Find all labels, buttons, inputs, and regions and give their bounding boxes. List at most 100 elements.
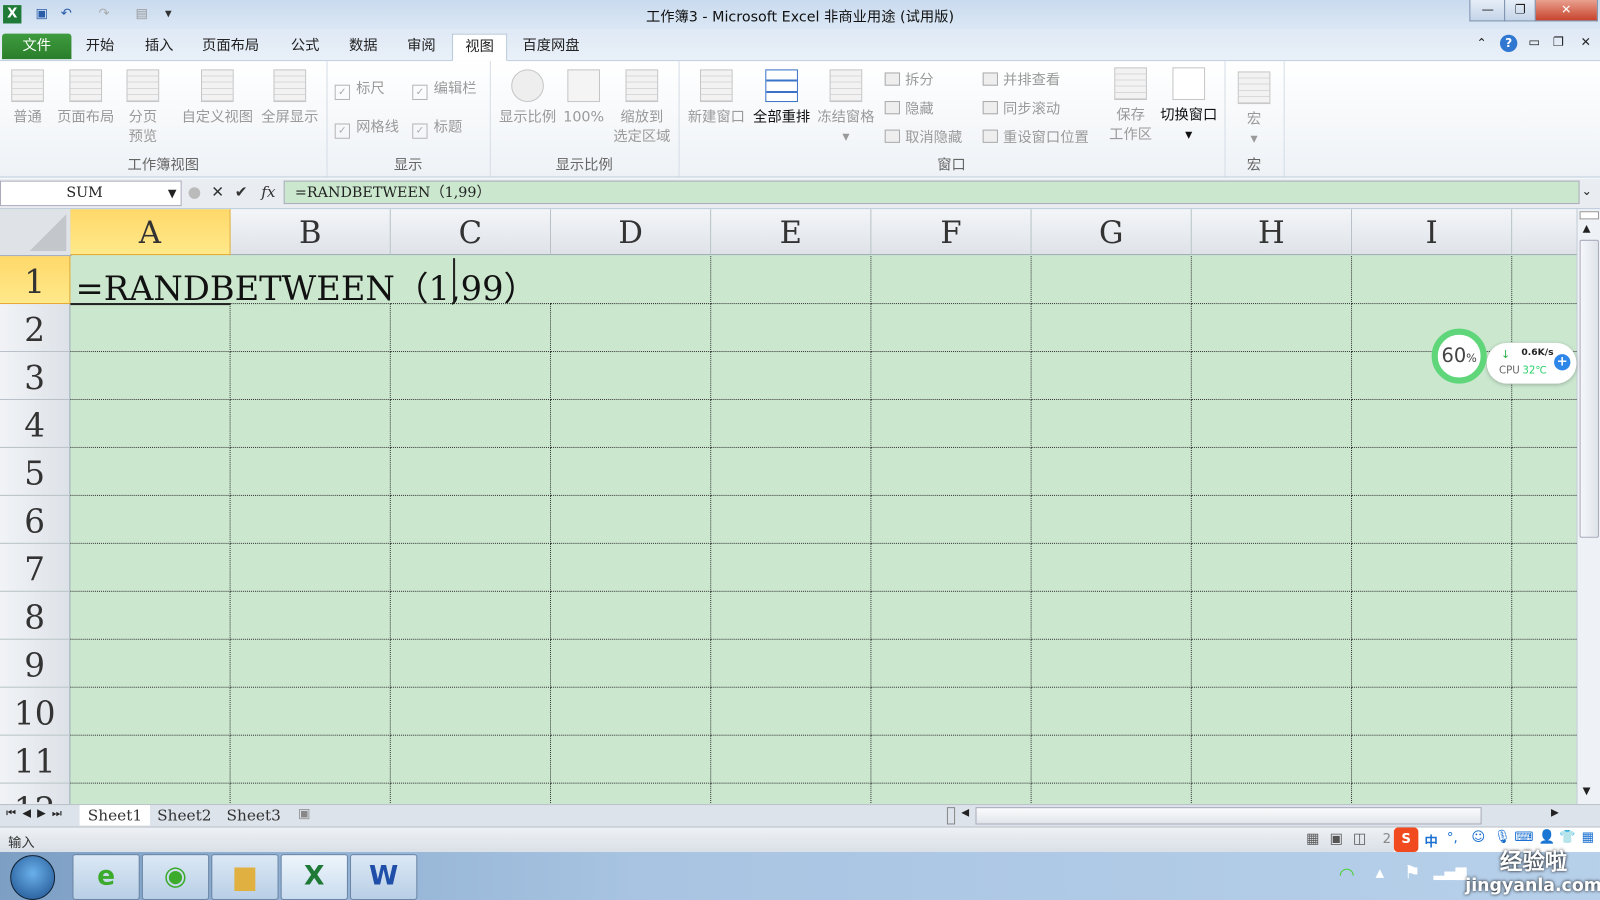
cell-C4[interactable] — [390, 399, 552, 448]
cell-I4[interactable] — [1352, 399, 1513, 448]
cell-G12[interactable] — [1032, 783, 1192, 805]
cell-H1[interactable] — [1191, 256, 1353, 305]
minimize-button[interactable]: — — [1469, 0, 1507, 22]
cell-D1[interactable] — [551, 256, 712, 305]
cell-C12[interactable] — [391, 783, 552, 805]
cell-B7[interactable] — [230, 543, 391, 592]
ime-punct[interactable]: °, — [1447, 831, 1458, 846]
reset-window-position-button[interactable]: 重设窗口位置 — [982, 127, 1089, 147]
cell-D9[interactable] — [551, 639, 712, 688]
ime-toolbar[interactable]: S 中 °, ☺ 🎙 ⌨ 👤 👕 ▦ — [1393, 827, 1600, 853]
tab-review[interactable]: 审阅 — [395, 34, 448, 60]
cell-E2[interactable] — [711, 304, 872, 353]
cell-D11[interactable] — [551, 735, 712, 784]
cell-D4[interactable] — [551, 399, 712, 448]
cell-I9[interactable] — [1352, 639, 1513, 688]
show-hidden-icons[interactable]: ▲ — [1375, 866, 1384, 879]
cell-F12[interactable] — [871, 783, 1032, 805]
normal-view-button[interactable]: 普通 — [6, 69, 49, 127]
cell-E11[interactable] — [711, 735, 872, 784]
column-header-C[interactable]: C — [390, 209, 552, 256]
sogou-logo-icon[interactable]: S — [1393, 827, 1419, 853]
scroll-thumb[interactable] — [1579, 239, 1599, 538]
column-header-H[interactable]: H — [1191, 209, 1353, 256]
cell-E6[interactable] — [711, 495, 872, 544]
full-screen-button[interactable]: 全屏显示 — [257, 69, 322, 127]
sheet-tab-1[interactable]: Sheet1 — [79, 805, 151, 826]
synchronous-scrolling-button[interactable]: 同步滚动 — [982, 98, 1060, 118]
cell-D3[interactable] — [551, 352, 712, 400]
cell-G1[interactable] — [1031, 256, 1192, 305]
cell-H9[interactable] — [1191, 639, 1353, 688]
tab-home[interactable]: 开始 — [73, 34, 126, 60]
insert-function-icon[interactable]: fx — [261, 183, 275, 201]
cell-G11[interactable] — [1031, 735, 1192, 784]
cell-G10[interactable] — [1031, 687, 1192, 736]
cell-C5[interactable] — [390, 447, 552, 496]
toolbox-icon[interactable]: ▦ — [1582, 830, 1595, 845]
cell-A11[interactable] — [70, 735, 231, 784]
tab-data[interactable]: 数据 — [337, 34, 390, 60]
scroll-up-icon[interactable]: ▲ — [1583, 223, 1591, 234]
split-box[interactable] — [1579, 211, 1599, 220]
gridlines-checkbox[interactable]: ✓ 网格线 — [334, 116, 399, 139]
cell-F1[interactable] — [871, 256, 1032, 305]
page-break-preview-button[interactable]: 分页 预览 — [120, 69, 165, 147]
cell-A10[interactable] — [70, 687, 231, 736]
cell-E1[interactable] — [711, 256, 872, 305]
row-header-9[interactable]: 9 — [0, 639, 71, 688]
tab-baidu-netdisk[interactable]: 百度网盘 — [510, 34, 592, 60]
cell-F3[interactable] — [871, 352, 1032, 400]
sheet-tab-3[interactable]: Sheet3 — [218, 805, 289, 825]
wifi-tray-icon[interactable]: ◠ — [1339, 864, 1355, 885]
cell-C6[interactable] — [390, 495, 552, 544]
cell-A7[interactable] — [70, 543, 231, 592]
start-button[interactable] — [10, 855, 56, 900]
vertical-scrollbar[interactable]: ▲ ▼ — [1576, 209, 1600, 805]
cell-B9[interactable] — [230, 639, 391, 688]
tab-insert[interactable]: 插入 — [133, 34, 186, 60]
cell-H4[interactable] — [1191, 399, 1353, 448]
expand-formula-bar-icon[interactable]: ⌄ — [1582, 184, 1592, 198]
column-header-I[interactable]: I — [1352, 209, 1513, 256]
scroll-left-icon[interactable]: ◀ — [961, 807, 969, 818]
worksheet-grid[interactable]: ABCDEFGHI 123456789101112 =RANDBETWEEN（1… — [0, 209, 1577, 805]
cell-G2[interactable] — [1031, 304, 1192, 353]
cell-D12[interactable] — [551, 783, 712, 805]
cell-D5[interactable] — [551, 447, 712, 496]
scroll-down-icon[interactable]: ▼ — [1583, 786, 1591, 797]
cell-F2[interactable] — [871, 304, 1032, 353]
cell-A4[interactable] — [70, 399, 231, 448]
restore-button[interactable]: ❐ — [1504, 0, 1537, 22]
cell-B6[interactable] — [230, 495, 391, 544]
plus-icon[interactable]: + — [1554, 354, 1571, 371]
row-header-3[interactable]: 3 — [0, 352, 71, 400]
cell-next9[interactable] — [1512, 640, 1577, 688]
cell-E4[interactable] — [711, 399, 872, 448]
cell-E3[interactable] — [711, 352, 872, 400]
row-header-1[interactable]: 1 — [0, 256, 71, 305]
cell-B3[interactable] — [230, 352, 391, 400]
file-explorer-taskbar-icon[interactable]: ▆ — [211, 854, 279, 900]
wifi-app-taskbar-icon[interactable]: ◉ — [141, 854, 210, 900]
row-header-5[interactable]: 5 — [0, 447, 71, 496]
user-icon[interactable]: 👤 — [1539, 830, 1556, 845]
tab-view[interactable]: 视图 — [452, 33, 508, 62]
cell-B8[interactable] — [230, 591, 391, 640]
freeze-panes-button[interactable]: 冻结窗格 ▾ — [813, 69, 878, 147]
excel-taskbar-icon[interactable]: X — [280, 854, 348, 900]
insert-sheet-icon[interactable]: ▣ — [298, 806, 311, 821]
cell-next6[interactable] — [1512, 496, 1577, 544]
cell-E9[interactable] — [711, 639, 872, 688]
cancel-icon[interactable]: ✕ — [211, 183, 224, 201]
view-side-by-side-button[interactable]: 并排查看 — [982, 69, 1060, 89]
sheet-nav-icons[interactable]: ⏮◀▶⏭ — [6, 806, 68, 820]
zoom-to-selection-button[interactable]: 缩放到 选定区域 — [608, 69, 675, 147]
cell-next11[interactable] — [1512, 736, 1577, 784]
ime-lang[interactable]: 中 — [1424, 831, 1437, 850]
ie-browser-taskbar-icon[interactable]: e — [72, 854, 140, 900]
horizontal-scroll-thumb[interactable] — [975, 807, 1482, 825]
cell-D10[interactable] — [551, 687, 712, 736]
zoom-level[interactable]: 2 — [1383, 832, 1391, 847]
formula-bar-checkbox[interactable]: ✓ 编辑栏 — [412, 78, 477, 100]
